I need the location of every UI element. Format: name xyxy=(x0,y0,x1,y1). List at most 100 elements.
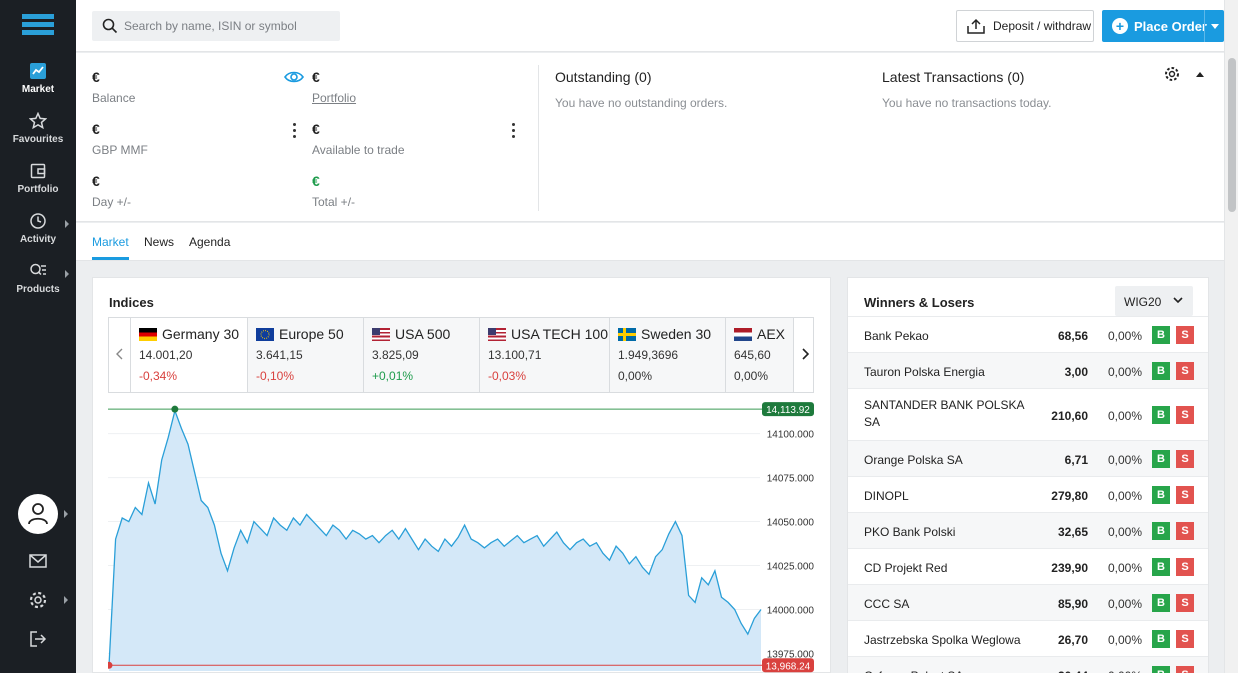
index-tile-aex[interactable]: AEX 645,60 0,00% xyxy=(725,318,793,392)
table-row[interactable]: Bank Pekao 68,56 0,00% B S xyxy=(848,316,1208,352)
more-options-icon[interactable] xyxy=(293,123,297,139)
table-row[interactable]: Orange Polska SA 6,71 0,00% B S xyxy=(848,440,1208,476)
sell-button[interactable]: S xyxy=(1176,666,1194,673)
balance-label: Balance xyxy=(92,91,136,105)
scrollbar-thumb[interactable] xyxy=(1228,58,1236,212)
stock-name: Bank Pekao xyxy=(864,329,929,343)
index-change: 0,00% xyxy=(618,369,653,383)
deposit-withdraw-button[interactable]: Deposit / withdraw xyxy=(956,10,1094,42)
index-change: +0,01% xyxy=(372,369,414,383)
mail-icon[interactable] xyxy=(28,551,48,571)
index-name: Germany 30 xyxy=(162,326,240,342)
eye-icon[interactable] xyxy=(284,70,304,84)
sell-button[interactable]: S xyxy=(1176,406,1194,424)
tab-agenda[interactable]: Agenda xyxy=(189,235,230,260)
sell-button[interactable]: S xyxy=(1176,362,1194,380)
stock-change: 0,00% xyxy=(1107,597,1142,611)
sell-button[interactable]: S xyxy=(1176,486,1194,504)
buy-button[interactable]: B xyxy=(1152,594,1170,612)
user-avatar[interactable] xyxy=(18,494,58,534)
index-select-value: WIG20 xyxy=(1124,295,1162,309)
chevron-right-icon xyxy=(64,596,68,604)
buy-button[interactable]: B xyxy=(1152,406,1170,424)
sell-button[interactable]: S xyxy=(1176,522,1194,540)
sell-button[interactable]: S xyxy=(1176,558,1194,576)
index-value: 13.100,71 xyxy=(488,348,542,362)
index-tile-sweden-30[interactable]: Sweden 30 1.949,3696 0,00% xyxy=(609,318,725,392)
tab-news[interactable]: News xyxy=(144,235,174,260)
available-value: € xyxy=(312,121,320,137)
gear-icon[interactable] xyxy=(28,590,48,610)
buy-button[interactable]: B xyxy=(1152,326,1170,344)
portfolio-link[interactable]: Portfolio xyxy=(312,91,356,105)
plus-icon: + xyxy=(1112,18,1128,34)
stock-name: DINOPL xyxy=(864,489,909,503)
transactions-title: Latest Transactions (0) xyxy=(882,69,1025,85)
index-change: -0,10% xyxy=(256,369,295,383)
sidebar-item-favourites[interactable]: Favourites xyxy=(0,112,76,145)
logout-icon[interactable] xyxy=(28,629,48,649)
more-options-icon[interactable] xyxy=(512,123,516,139)
stock-change: 0,00% xyxy=(1107,409,1142,423)
chevron-right-icon xyxy=(801,348,809,360)
table-row[interactable]: PKO Bank Polski 32,65 0,00% B S xyxy=(848,512,1208,548)
buy-button[interactable]: B xyxy=(1152,522,1170,540)
account-summary: € Balance € Portfolio € GBP MMF € Availa… xyxy=(76,53,1224,222)
table-row[interactable]: Jastrzebska Spolka Weglowa 26,70 0,00% B S xyxy=(848,620,1208,656)
sell-button[interactable]: S xyxy=(1176,630,1194,648)
sidebar-item-activity[interactable]: Activity xyxy=(0,212,76,245)
sidebar-item-portfolio[interactable]: Portfolio xyxy=(0,162,76,195)
sell-button[interactable]: S xyxy=(1176,594,1194,612)
stock-change: 0,00% xyxy=(1107,489,1142,503)
outstanding-empty: You have no outstanding orders. xyxy=(555,96,728,110)
gbp-mmf-label: GBP MMF xyxy=(92,143,148,157)
outstanding-title: Outstanding (0) xyxy=(555,69,652,85)
gear-icon[interactable] xyxy=(1164,66,1180,82)
brand-logo[interactable] xyxy=(22,14,54,36)
place-order-button[interactable]: + Place Order xyxy=(1102,10,1224,42)
stock-name: Jastrzebska Spolka Weglowa xyxy=(864,633,1021,647)
stock-change: 0,00% xyxy=(1107,633,1142,647)
stock-price: 239,90 xyxy=(1051,561,1088,575)
stock-name: Orange Polska SA xyxy=(864,453,963,467)
page-scrollbar[interactable] xyxy=(1224,0,1238,673)
sell-button[interactable]: S xyxy=(1176,326,1194,344)
table-row[interactable]: Cyfrowy Polsat SA 30,44 0,00% BS xyxy=(848,656,1208,673)
search-input[interactable] xyxy=(124,11,334,41)
table-row[interactable]: SANTANDER BANK POLSKA SA 210,60 0,00% B S xyxy=(848,388,1208,440)
high-label: 14,113.92 xyxy=(766,405,810,416)
buy-button[interactable]: B xyxy=(1152,450,1170,468)
table-row[interactable]: CD Projekt Red 239,90 0,00% B S xyxy=(848,548,1208,584)
sidebar-item-label: Products xyxy=(16,284,60,295)
index-tile-usa-500[interactable]: USA 500 3.825,09 +0,01% xyxy=(363,318,479,392)
place-order-dropdown-toggle[interactable] xyxy=(1204,10,1224,42)
index-change: 0,00% xyxy=(734,369,769,383)
content-tabs: Market News Agenda xyxy=(76,223,1224,261)
sidebar-item-products[interactable]: Products xyxy=(0,262,76,295)
index-select[interactable]: WIG20 xyxy=(1115,286,1193,316)
strip-prev-button[interactable] xyxy=(109,318,131,392)
sidebar-item-market[interactable]: Market xyxy=(0,62,76,95)
table-row[interactable]: Tauron Polska Energia 3,00 0,00% B S xyxy=(848,352,1208,388)
chevron-right-icon xyxy=(65,270,69,278)
search-icon xyxy=(102,18,118,34)
chevron-right-icon xyxy=(65,220,69,228)
index-tile-europe-50[interactable]: Europe 50 3.641,15 -0,10% xyxy=(247,318,363,392)
buy-button[interactable]: B xyxy=(1152,362,1170,380)
strip-next-button[interactable] xyxy=(793,318,813,392)
index-tile-germany-30[interactable]: Germany 30 14.001,20 -0,34% xyxy=(130,318,247,392)
index-chart[interactable]: 14100.000 14075.000 14050.000 14025.000 1400… xyxy=(108,400,818,673)
tab-market[interactable]: Market xyxy=(92,235,129,260)
table-row[interactable]: DINOPL 279,80 0,00% B S xyxy=(848,476,1208,512)
buy-button[interactable]: B xyxy=(1152,666,1170,673)
buy-button[interactable]: B xyxy=(1152,486,1170,504)
chevron-up-icon[interactable] xyxy=(1195,71,1205,77)
buy-button[interactable]: B xyxy=(1152,630,1170,648)
index-name: USA TECH 100 xyxy=(511,326,609,342)
table-row[interactable]: CCC SA 85,90 0,00% B S xyxy=(848,584,1208,620)
index-name: Europe 50 xyxy=(279,326,344,342)
index-change: -0,03% xyxy=(488,369,527,383)
index-tile-usa-tech-100[interactable]: USA TECH 100 13.100,71 -0,03% xyxy=(479,318,609,392)
buy-button[interactable]: B xyxy=(1152,558,1170,576)
sell-button[interactable]: S xyxy=(1176,450,1194,468)
